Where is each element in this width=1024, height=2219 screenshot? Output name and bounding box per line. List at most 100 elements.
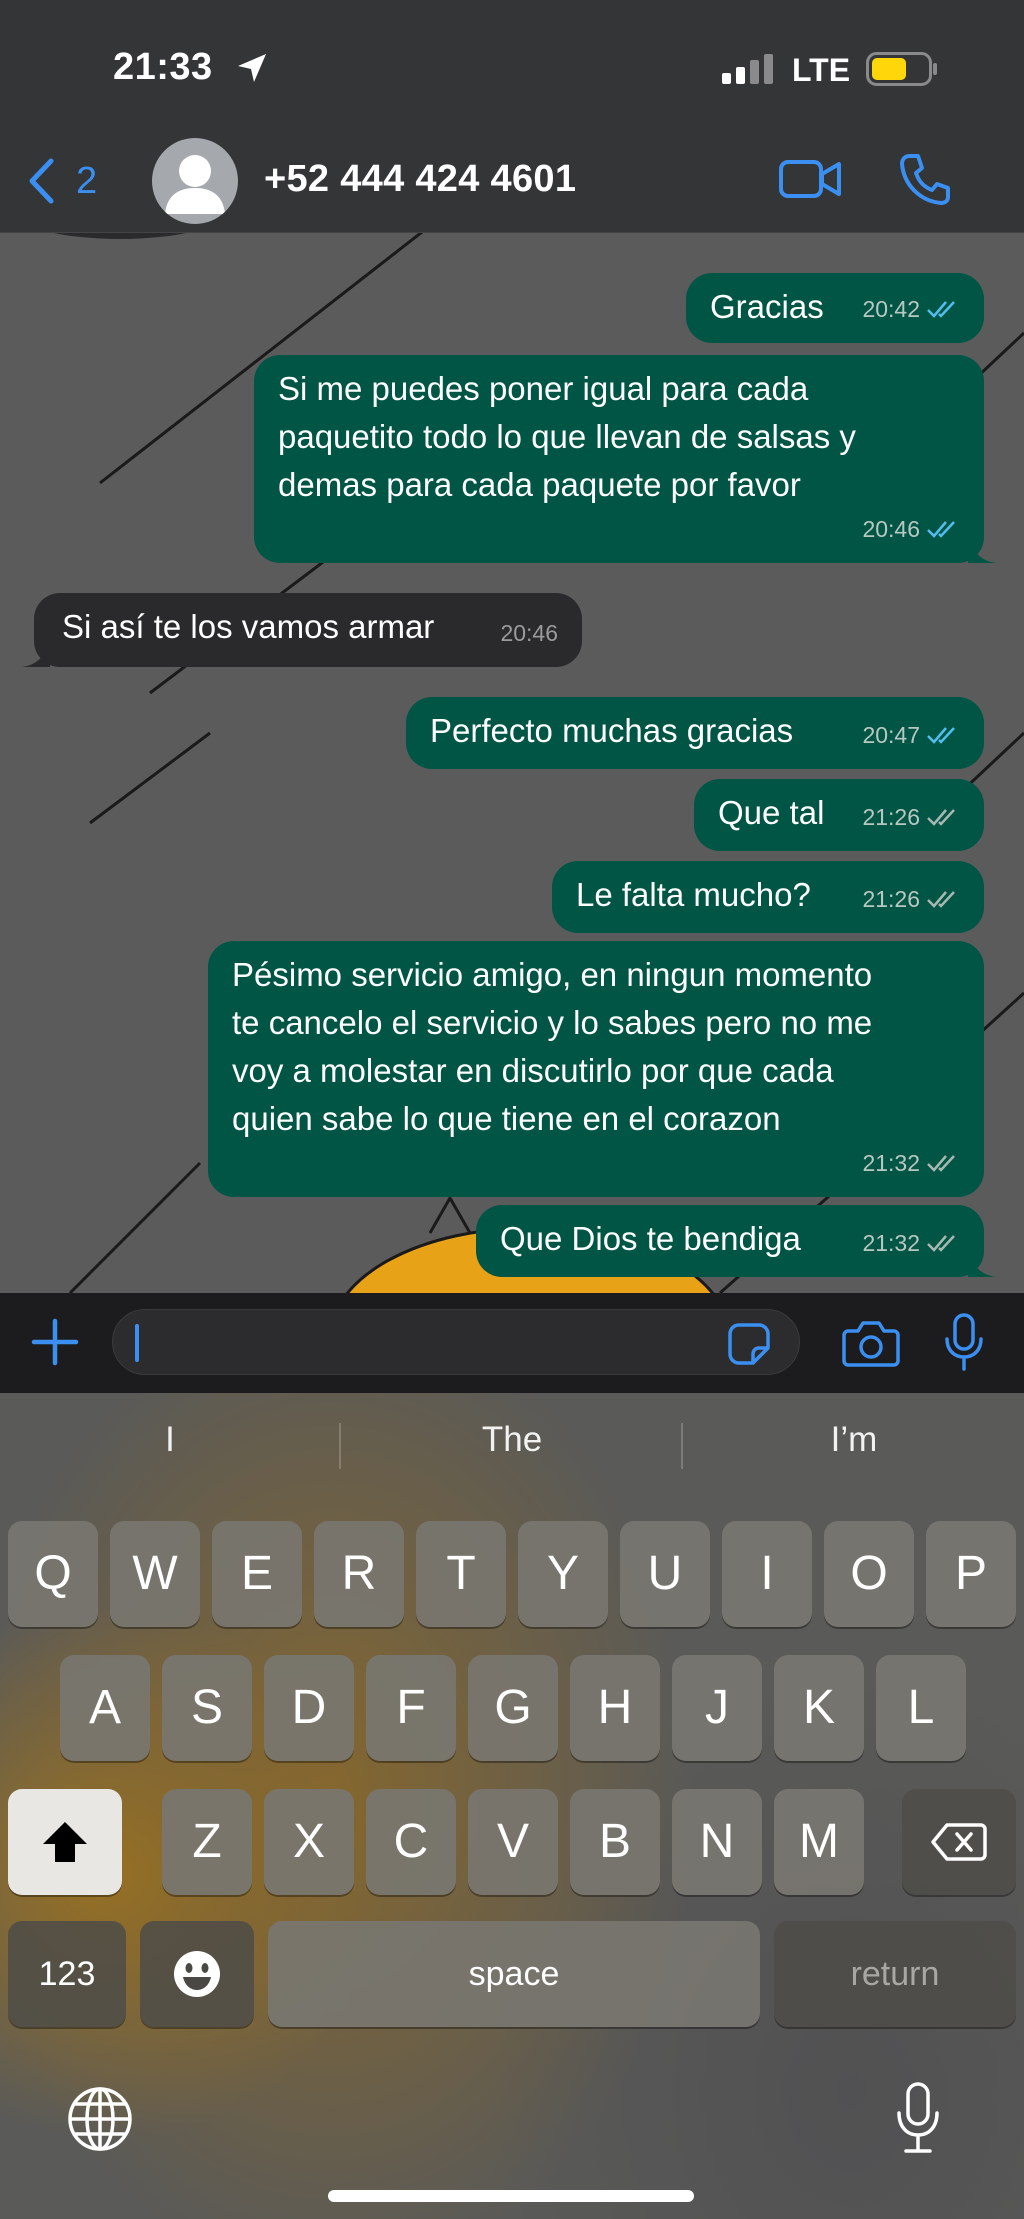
read-ticks-icon xyxy=(927,727,955,744)
key-p[interactable]: P xyxy=(926,1521,1016,1627)
message-time: 21:26 xyxy=(862,886,920,912)
status-bar: 21:33 LTE xyxy=(0,0,1024,130)
key-n[interactable]: N xyxy=(672,1789,762,1895)
key-w[interactable]: W xyxy=(110,1521,200,1627)
message-text-line: demas para cada paquete por favor xyxy=(278,466,801,503)
message-meta: 21:26 xyxy=(862,793,960,841)
message-bubble-incoming[interactable]: Si así te los vamos armar 20:46 xyxy=(22,593,582,667)
contact-name[interactable]: +52 444 424 4601 xyxy=(264,158,576,201)
key-k[interactable]: K xyxy=(774,1655,864,1761)
message-bubble-outgoing[interactable]: Gracias 20:42 xyxy=(686,273,984,343)
shift-icon xyxy=(43,1822,87,1862)
suggestion-2[interactable]: The xyxy=(342,1415,682,1465)
unread-count: 2 xyxy=(76,159,98,202)
video-call-icon[interactable] xyxy=(778,154,842,204)
key-d[interactable]: D xyxy=(264,1655,354,1761)
key-t[interactable]: T xyxy=(416,1521,506,1627)
key-c[interactable]: C xyxy=(366,1789,456,1895)
message-text-line: Si me puedes poner igual para cada xyxy=(278,370,809,407)
back-button[interactable]: 2 xyxy=(26,156,97,206)
key-s[interactable]: S xyxy=(162,1655,252,1761)
message-time: 21:26 xyxy=(862,804,920,830)
delivered-ticks-icon xyxy=(927,809,955,826)
message-bubble-outgoing[interactable]: Que Dios te bendiga 21:32 xyxy=(476,1205,996,1277)
suggestion-1[interactable]: I xyxy=(0,1415,340,1465)
message-input[interactable] xyxy=(112,1309,800,1375)
message-meta: 20:46 xyxy=(862,505,960,553)
key-m[interactable]: M xyxy=(774,1789,864,1895)
shift-key[interactable] xyxy=(8,1789,122,1895)
message-meta: 20:46 xyxy=(500,609,558,657)
message-bubble-outgoing[interactable]: Le falta mucho? 21:26 xyxy=(552,861,984,933)
message-text-line: voy a molestar en discutirlo por que cad… xyxy=(232,1052,834,1089)
chat-area[interactable]: Gracias 20:42 Si me puedes poner igual p… xyxy=(0,233,1024,1293)
message-time: 20:46 xyxy=(500,620,558,646)
key-u[interactable]: U xyxy=(620,1521,710,1627)
key-v[interactable]: V xyxy=(468,1789,558,1895)
message-time: 21:32 xyxy=(862,1230,920,1256)
camera-icon[interactable] xyxy=(842,1319,900,1367)
text-cursor xyxy=(135,1324,139,1362)
key-x[interactable]: X xyxy=(264,1789,354,1895)
message-bubble-outgoing[interactable]: Pésimo servicio amigo, en ningun momento… xyxy=(208,941,984,1197)
bubble-tail xyxy=(968,535,996,563)
space-key[interactable]: space xyxy=(268,1921,760,2027)
phone-call-icon[interactable] xyxy=(898,152,950,206)
key-b[interactable]: B xyxy=(570,1789,660,1895)
key-a[interactable]: A xyxy=(60,1655,150,1761)
globe-icon[interactable] xyxy=(66,2085,134,2153)
return-key[interactable]: return xyxy=(774,1921,1016,2027)
read-ticks-icon xyxy=(927,521,955,538)
message-bubble-outgoing[interactable]: Que tal 21:26 xyxy=(694,779,984,851)
delivered-ticks-icon xyxy=(927,1155,955,1172)
plus-icon[interactable] xyxy=(30,1317,80,1367)
read-ticks-icon xyxy=(927,301,955,318)
message-input-bar xyxy=(0,1293,1024,1393)
numbers-key[interactable]: 123 xyxy=(8,1921,126,2027)
bubble-tail xyxy=(968,1249,996,1277)
message-meta: 20:47 xyxy=(862,711,960,759)
status-time: 21:33 xyxy=(113,46,213,88)
chat-header: 2 +52 444 424 4601 xyxy=(0,130,1024,233)
avatar[interactable] xyxy=(152,138,238,224)
key-i[interactable]: I xyxy=(722,1521,812,1627)
key-g[interactable]: G xyxy=(468,1655,558,1761)
message-meta: 21:32 xyxy=(862,1219,960,1267)
message-meta: 21:26 xyxy=(862,875,960,923)
suggestion-divider xyxy=(339,1423,341,1469)
key-z[interactable]: Z xyxy=(162,1789,252,1895)
key-f[interactable]: F xyxy=(366,1655,456,1761)
delete-icon xyxy=(931,1823,987,1861)
key-r[interactable]: R xyxy=(314,1521,404,1627)
message-bubble-outgoing[interactable]: Si me puedes poner igual para cada paque… xyxy=(254,355,996,563)
message-time: 20:42 xyxy=(862,296,920,322)
home-indicator[interactable] xyxy=(328,2190,694,2202)
chevron-left-icon xyxy=(29,158,54,204)
network-type: LTE xyxy=(792,52,851,88)
key-j[interactable]: J xyxy=(672,1655,762,1761)
message-text-line: te cancelo el servicio y lo sabes pero n… xyxy=(232,1004,873,1041)
key-o[interactable]: O xyxy=(824,1521,914,1627)
key-e[interactable]: E xyxy=(212,1521,302,1627)
message-bubble-outgoing[interactable]: Perfecto muchas gracias 20:47 xyxy=(406,697,984,769)
sticker-icon[interactable] xyxy=(727,1322,771,1366)
message-meta: 21:32 xyxy=(862,1139,960,1187)
keyboard: I The I’m Q W E R T Y U I O P A S D F G … xyxy=(0,1393,1024,2219)
emoji-key[interactable] xyxy=(140,1921,254,2027)
dictation-icon[interactable] xyxy=(894,2081,942,2155)
message-time: 21:32 xyxy=(862,1150,920,1176)
microphone-icon[interactable] xyxy=(944,1313,984,1371)
message-time: 20:47 xyxy=(862,722,920,748)
key-l[interactable]: L xyxy=(876,1655,966,1761)
key-y[interactable]: Y xyxy=(518,1521,608,1627)
signal-bars-icon xyxy=(722,54,773,84)
key-h[interactable]: H xyxy=(570,1655,660,1761)
message-text-line: paquetito todo lo que llevan de salsas y xyxy=(278,418,856,455)
message-text-line: Pésimo servicio amigo, en ningun momento xyxy=(232,956,873,993)
message-text-line: quien sabe lo que tiene en el corazon xyxy=(232,1100,781,1137)
delete-key[interactable] xyxy=(902,1789,1016,1895)
key-q[interactable]: Q xyxy=(8,1521,98,1627)
message-text: Si así te los vamos armar xyxy=(62,608,435,645)
delivered-ticks-icon xyxy=(927,1235,955,1252)
suggestion-3[interactable]: I’m xyxy=(684,1415,1024,1465)
